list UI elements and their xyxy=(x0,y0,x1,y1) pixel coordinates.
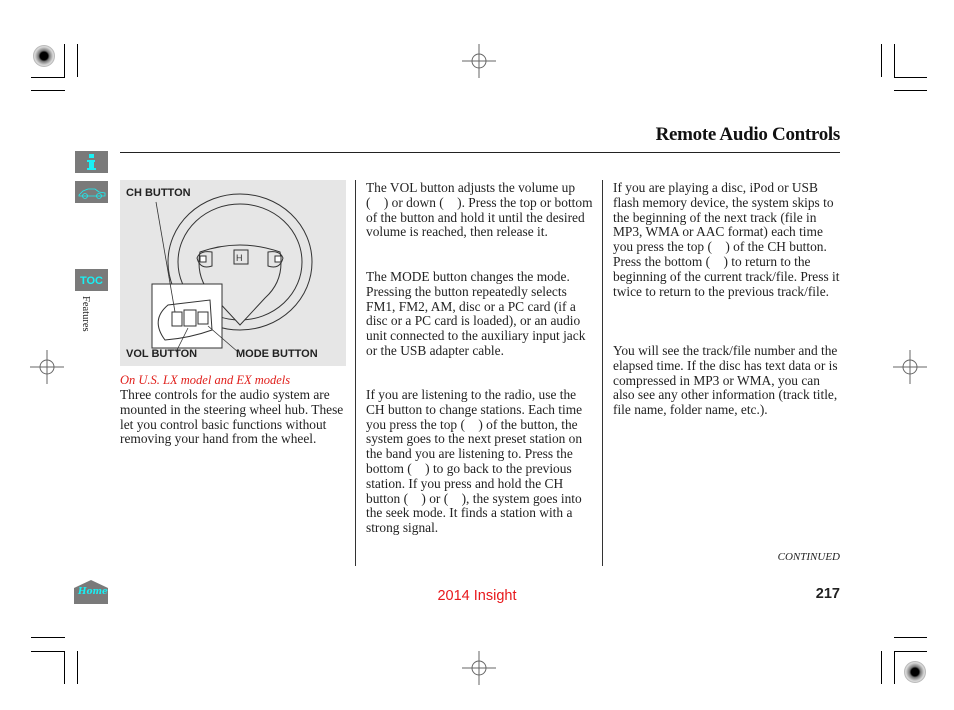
info-button[interactable] xyxy=(75,151,108,173)
model-name: 2014 Insight xyxy=(437,588,517,604)
col2-paragraph-vol: The VOL button adjusts the volume up ( )… xyxy=(366,180,593,240)
column-divider xyxy=(602,180,603,566)
home-button[interactable]: Home xyxy=(74,580,108,604)
column-divider xyxy=(355,180,356,566)
col3-paragraph-display: You will see the track/file number and t… xyxy=(613,343,838,418)
figure-caption: On U.S. LX model and EX models xyxy=(120,373,291,387)
page-title: Remote Audio Controls xyxy=(655,124,841,145)
info-icon xyxy=(87,154,96,170)
home-label: Home xyxy=(78,587,108,597)
toc-label: TOC xyxy=(79,275,104,287)
col2-paragraph-mode: The MODE button changes the mode. Pressi… xyxy=(366,269,586,358)
mode-button-label: MODE BUTTON xyxy=(236,348,318,360)
ch-button-label: CH BUTTON xyxy=(126,187,191,199)
col3-paragraph-track: If you are playing a disc, iPod or USB f… xyxy=(613,180,840,299)
col2-paragraph-ch: If you are listening to the radio, use t… xyxy=(366,387,583,536)
svg-text:H: H xyxy=(236,253,243,263)
vehicle-button[interactable] xyxy=(75,181,108,203)
steering-wheel-figure: H CH BUTTON VOL BUTTON MODE BUTTON xyxy=(120,180,346,366)
continued-label: CONTINUED xyxy=(777,551,840,563)
vol-button-label: VOL BUTTON xyxy=(126,348,198,360)
car-icon xyxy=(78,188,106,199)
steering-wheel-illustration: H xyxy=(151,193,313,353)
toc-button[interactable]: TOC xyxy=(75,269,108,291)
crosshair-icon xyxy=(462,44,496,78)
registration-target-icon xyxy=(33,45,55,67)
crosshair-icon xyxy=(462,651,496,685)
col1-paragraph: Three controls for the audio system are … xyxy=(120,387,344,447)
page-number: 217 xyxy=(815,586,840,602)
section-label: Features xyxy=(80,296,91,332)
crosshair-icon xyxy=(893,350,927,384)
crosshair-icon xyxy=(30,350,64,384)
registration-target-icon xyxy=(904,661,926,683)
header-rule xyxy=(120,152,840,153)
